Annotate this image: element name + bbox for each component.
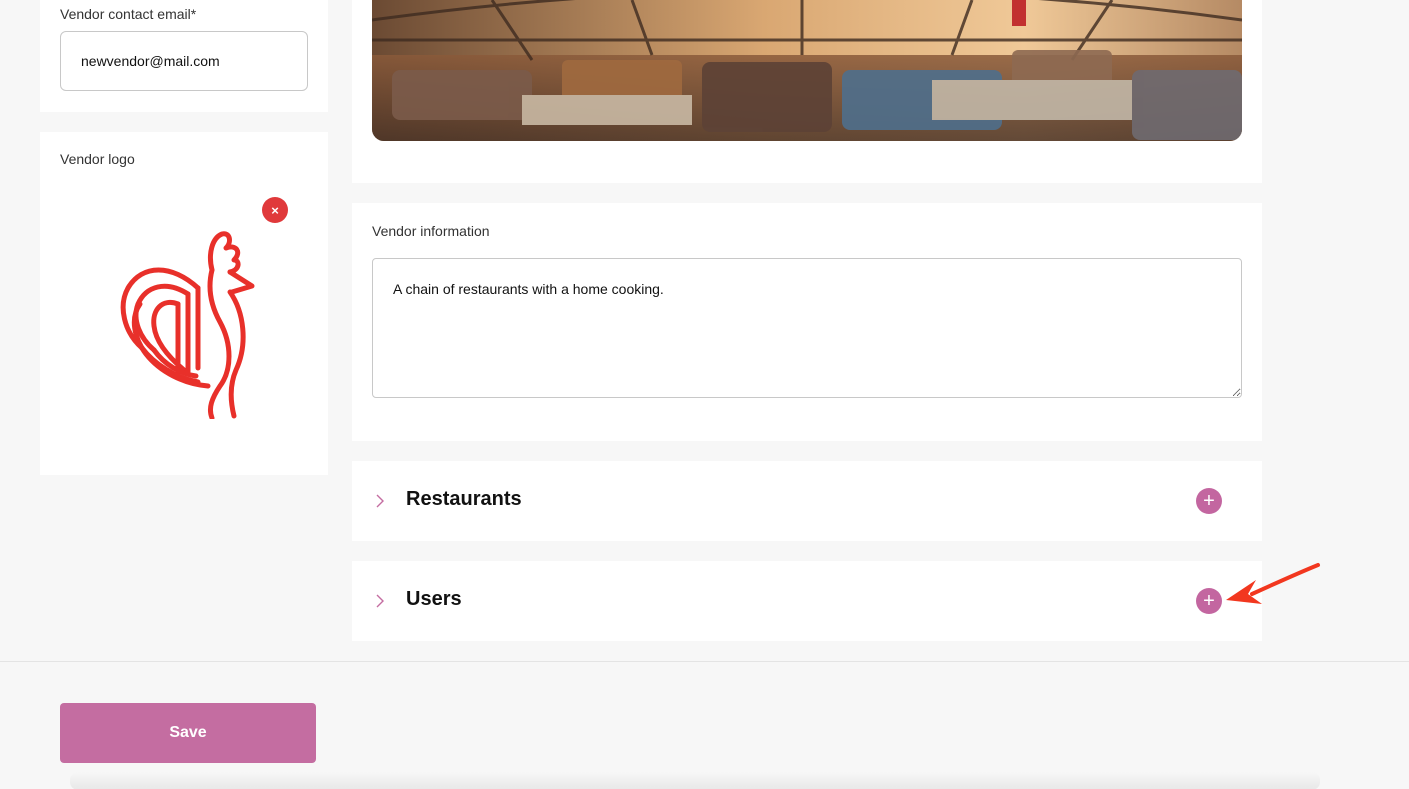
vendor-information-card: Vendor information A chain of restaurant… [352, 203, 1262, 441]
close-icon: × [271, 202, 279, 218]
users-section-title[interactable]: Users [406, 588, 462, 611]
bottom-action-bar: Save [0, 661, 1409, 789]
vendor-contact-email-input[interactable] [60, 31, 308, 91]
plus-icon: + [1203, 590, 1215, 612]
vendor-contact-card: Vendor contact email* [40, 0, 328, 112]
plus-icon: + [1203, 490, 1215, 512]
rooster-logo-image [120, 231, 255, 419]
restaurant-photo [372, 0, 1242, 141]
vendor-logo-card: Vendor logo × [40, 132, 328, 475]
restaurants-section[interactable]: Restaurants + [352, 461, 1262, 541]
annotation-arrow-icon [1226, 563, 1320, 604]
chevron-right-icon[interactable] [373, 493, 387, 509]
vendor-information-label: Vendor information [372, 223, 490, 239]
users-section[interactable]: Users + [352, 561, 1262, 641]
add-user-button[interactable]: + [1196, 588, 1222, 614]
save-button[interactable]: Save [60, 703, 316, 763]
vendor-contact-email-label: Vendor contact email* [60, 6, 197, 22]
bottom-shadow [70, 772, 1320, 789]
vendor-photo-card [352, 0, 1262, 183]
remove-logo-button[interactable]: × [262, 197, 288, 223]
chevron-right-icon[interactable] [373, 593, 387, 609]
restaurants-section-title[interactable]: Restaurants [406, 488, 522, 511]
vendor-information-textarea[interactable]: A chain of restaurants with a home cooki… [372, 258, 1242, 398]
vendor-logo-label: Vendor logo [60, 151, 135, 167]
add-restaurant-button[interactable]: + [1196, 488, 1222, 514]
